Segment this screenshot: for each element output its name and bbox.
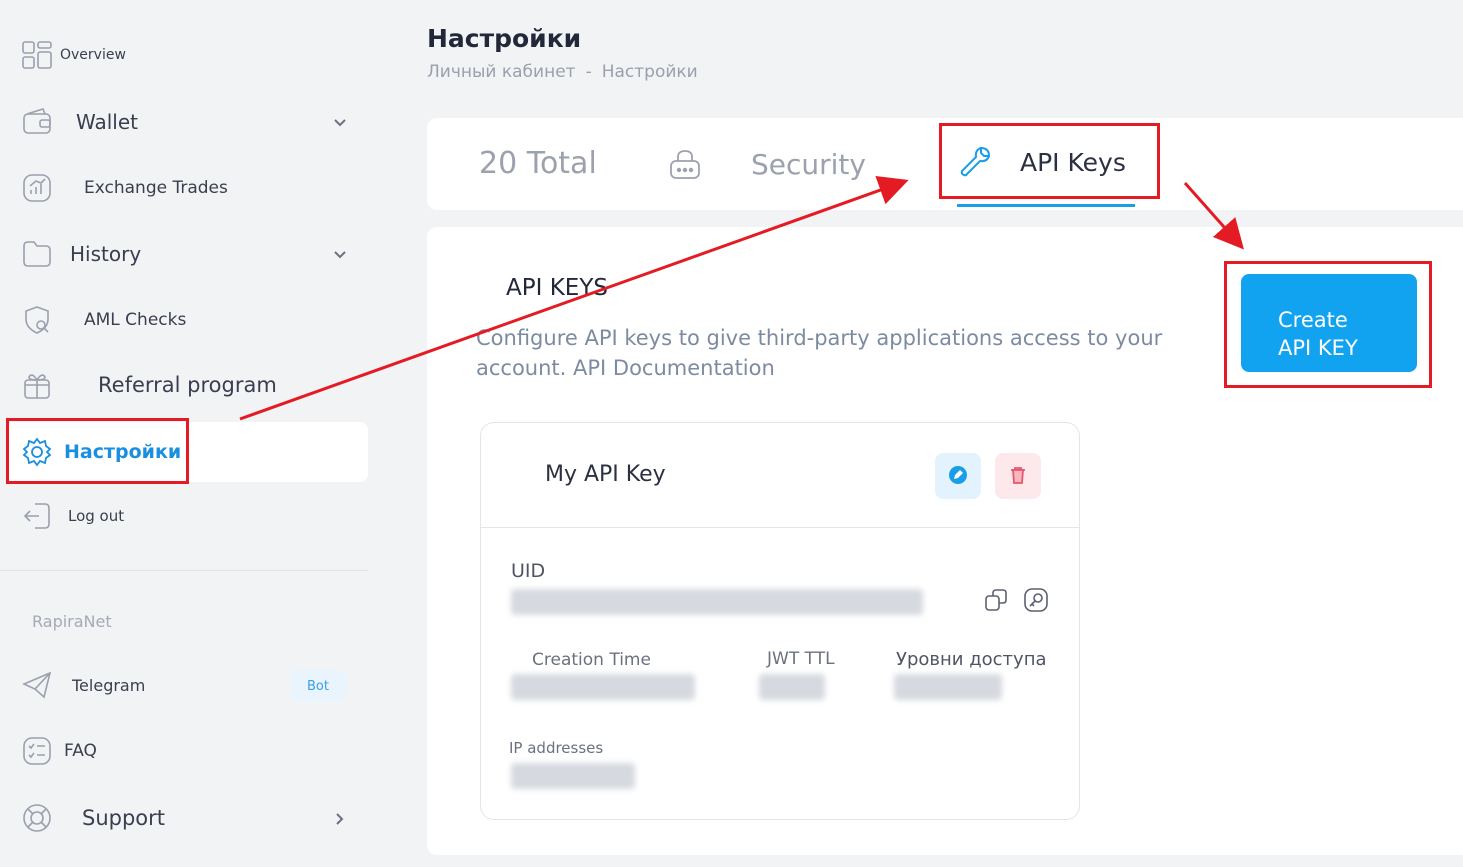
uid-value-redacted (511, 589, 923, 615)
sidebar-item-label: Support (82, 806, 166, 830)
breadcrumb-item: Настройки (601, 62, 698, 82)
breadcrumb-item[interactable]: Личный кабинет (427, 62, 576, 82)
api-key-name: My API Key (545, 462, 666, 487)
creation-time-label: Creation Time (532, 650, 651, 670)
section-label: RapiraNet (32, 612, 112, 631)
lock-icon (667, 146, 703, 182)
gift-icon (20, 368, 54, 402)
telegram-icon (20, 668, 54, 702)
trash-icon (1006, 463, 1030, 490)
sidebar-item-label: Referral program (98, 373, 277, 397)
access-levels-label: Уровни доступа (896, 649, 1047, 670)
sidebar-item-label: AML Checks (84, 310, 187, 330)
sidebar-item-label: Log out (68, 507, 125, 525)
edit-icon (946, 463, 970, 490)
api-key-card: My API Key UID Creation Time JWT TTL Уро… (480, 422, 1080, 820)
annotation-box (6, 418, 189, 484)
folder-icon (20, 237, 54, 271)
sidebar-item-label: Overview (60, 47, 126, 63)
tab-security[interactable]: Security (751, 148, 866, 181)
page-title: Настройки (427, 24, 582, 53)
sidebar-item-exchange-trades[interactable]: Exchange Trades (20, 171, 228, 205)
sidebar-item-label: FAQ (64, 741, 97, 761)
access-levels-value-redacted (894, 674, 1002, 700)
tab-total[interactable]: 20 Total (479, 146, 597, 181)
sidebar-divider (0, 570, 368, 571)
sidebar-item-telegram[interactable]: Telegram (20, 668, 145, 702)
copy-icon[interactable] (983, 587, 1009, 613)
wallet-icon (20, 105, 54, 139)
logout-icon (20, 499, 54, 533)
search-shield-icon (20, 303, 54, 337)
ip-addresses-value-redacted (511, 763, 635, 789)
section-description: Configure API keys to give third-party a… (476, 326, 1163, 380)
sidebar-item-wallet[interactable]: Wallet (20, 105, 138, 139)
sidebar-item-label: Exchange Trades (84, 178, 228, 198)
breadcrumb-separator: - (585, 62, 592, 82)
edit-button[interactable] (935, 453, 981, 499)
sidebar-item-referral[interactable]: Referral program (20, 368, 277, 402)
lifebuoy-icon (20, 801, 54, 835)
jwt-ttl-label: JWT TTL (767, 649, 835, 669)
chevron-down-icon[interactable] (330, 113, 350, 133)
active-tab-indicator (957, 204, 1135, 207)
chevron-right-icon[interactable] (330, 809, 350, 829)
ip-addresses-label: IP addresses (509, 739, 604, 757)
sidebar-item-history[interactable]: History (20, 237, 141, 271)
annotation-box (1224, 261, 1432, 388)
chart-icon (20, 171, 54, 205)
sidebar-item-faq[interactable]: FAQ (20, 734, 97, 768)
bot-badge[interactable]: Bot (290, 670, 346, 702)
chevron-down-icon[interactable] (330, 245, 350, 265)
sidebar-item-label: Telegram (72, 675, 146, 695)
section-title: API KEYS (506, 275, 608, 301)
creation-time-value-redacted (511, 674, 695, 700)
checklist-icon (20, 734, 54, 768)
sidebar-item-label: Wallet (76, 110, 139, 134)
delete-button[interactable] (995, 453, 1041, 499)
sidebar-item-overview[interactable]: Overview (20, 38, 126, 72)
annotation-box (939, 123, 1160, 199)
sidebar-item-logout[interactable]: Log out (20, 499, 124, 533)
sidebar-item-label: History (70, 242, 142, 266)
sidebar-item-aml-checks[interactable]: AML Checks (20, 303, 186, 337)
uid-label: UID (511, 560, 546, 582)
key-icon[interactable] (1023, 587, 1049, 613)
dashboard-icon (20, 38, 54, 72)
card-divider (481, 527, 1079, 528)
sidebar-item-support[interactable]: Support (20, 801, 165, 835)
breadcrumb: Личный кабинет - Настройки (427, 62, 698, 82)
jwt-ttl-value-redacted (759, 674, 825, 700)
